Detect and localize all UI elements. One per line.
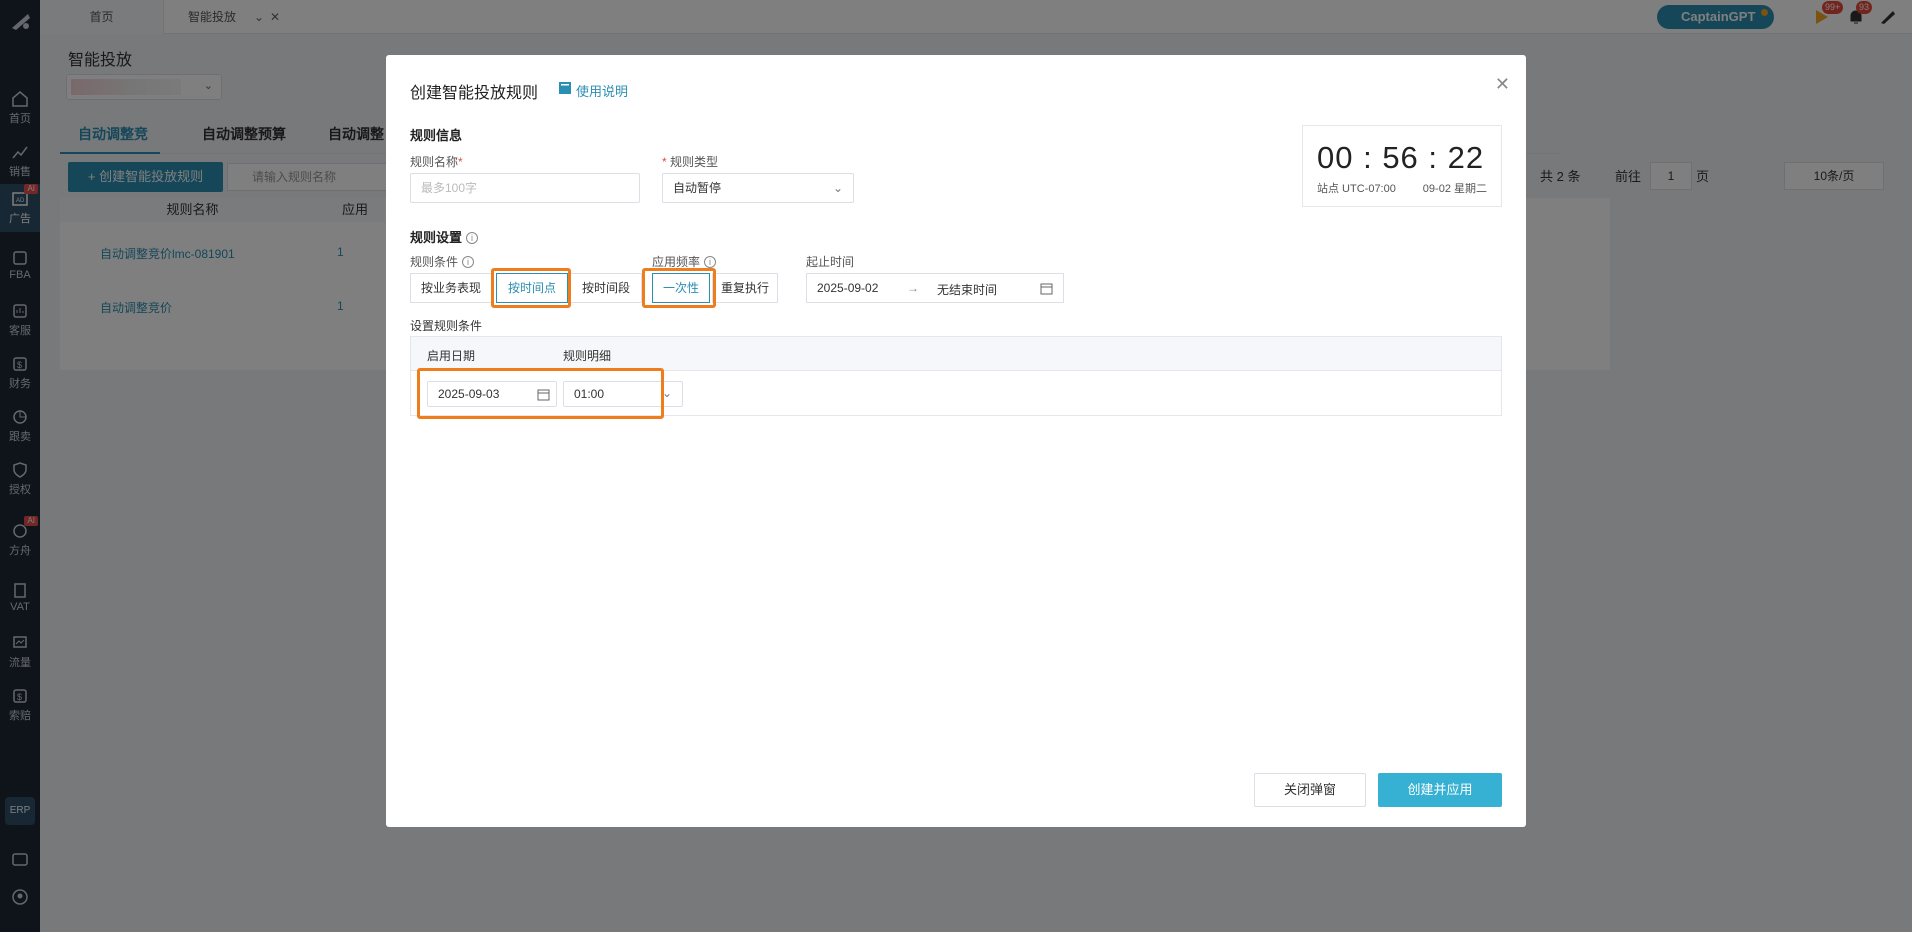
frequency-option-repeat[interactable]: 重复执行 bbox=[712, 273, 778, 303]
condition-option-timerange[interactable]: 按时间段 bbox=[570, 273, 642, 303]
info-icon[interactable]: i bbox=[462, 256, 475, 268]
info-icon[interactable]: i bbox=[704, 256, 717, 268]
period-label: 起止时间 bbox=[806, 255, 855, 269]
condition-option-performance[interactable]: 按业务表现 bbox=[410, 273, 492, 303]
chevron-down-icon: ⌄ bbox=[661, 386, 672, 400]
rule-type-label-text: 规则类型 bbox=[670, 155, 719, 169]
rule-name-label-text: 规则名称 bbox=[410, 155, 459, 169]
frequency-option-once[interactable]: 一次性 bbox=[652, 273, 710, 303]
book-icon bbox=[559, 82, 571, 94]
frequency-label-text: 应用频率 bbox=[652, 255, 701, 269]
clock-time: 00 : 56 : 22 bbox=[1317, 140, 1485, 175]
close-icon[interactable]: ✕ bbox=[1495, 75, 1510, 93]
period-start: 2025-09-02 bbox=[817, 281, 879, 295]
enable-date-picker[interactable]: 2025-09-03 bbox=[427, 381, 557, 407]
section-rule-settings-text: 规则设置 bbox=[410, 230, 463, 245]
clock-timezone: 站点 UTC-07:00 bbox=[1317, 183, 1396, 195]
header-rule-detail: 规则明细 bbox=[563, 349, 612, 363]
rule-name-input[interactable]: 最多100字 bbox=[410, 173, 640, 203]
section-rule-info: 规则信息 bbox=[410, 128, 463, 143]
calendar-icon bbox=[537, 389, 550, 401]
calendar-icon bbox=[1040, 283, 1053, 295]
section-rule-settings: 规则设置 i bbox=[410, 227, 479, 246]
help-link[interactable]: 使用说明 bbox=[558, 81, 628, 100]
rule-type-value: 自动暂停 bbox=[673, 181, 722, 195]
period-range-picker[interactable]: 2025-09-02 → 无结束时间 bbox=[806, 273, 1064, 303]
arrow-right-icon: → bbox=[907, 281, 919, 295]
condition-option-timepoint[interactable]: 按时间点 bbox=[496, 273, 568, 303]
rule-type-select[interactable]: 自动暂停 ⌄ bbox=[662, 173, 854, 203]
create-rule-dialog: 创建智能投放规则 使用说明 ✕ 规则信息 规则名称* 最多100字 * 规则类型… bbox=[386, 55, 1526, 827]
rule-type-label: * 规则类型 bbox=[662, 155, 719, 169]
conditions-table-header: 启用日期 规则明细 bbox=[411, 337, 1501, 371]
period-end: 无结束时间 bbox=[937, 283, 998, 297]
rule-name-label: 规则名称* bbox=[410, 155, 463, 169]
time-select[interactable]: 01:00 ⌄ bbox=[563, 381, 683, 407]
condition-label: 规则条件 i bbox=[410, 253, 475, 270]
site-clock: 00 : 56 : 22 站点 UTC-07:00 09-02 星期二 bbox=[1302, 125, 1502, 207]
clock-date: 09-02 星期二 bbox=[1422, 183, 1487, 195]
condition-label-text: 规则条件 bbox=[410, 255, 459, 269]
create-and-apply-button[interactable]: 创建并应用 bbox=[1378, 773, 1502, 807]
help-link-label: 使用说明 bbox=[576, 84, 629, 99]
enable-date-value: 2025-09-03 bbox=[438, 387, 500, 401]
info-icon[interactable]: i bbox=[466, 232, 479, 244]
conditions-table: 启用日期 规则明细 2025-09-03 01:00 ⌄ bbox=[410, 336, 1502, 416]
set-conditions-label: 设置规则条件 bbox=[410, 319, 483, 333]
time-value: 01:00 bbox=[574, 387, 605, 401]
chevron-down-icon: ⌄ bbox=[832, 181, 843, 195]
close-dialog-button[interactable]: 关闭弹窗 bbox=[1254, 773, 1366, 807]
frequency-label: 应用频率 i bbox=[652, 253, 717, 270]
dialog-title: 创建智能投放规则 bbox=[410, 85, 539, 102]
header-enable-date: 启用日期 bbox=[427, 349, 476, 363]
